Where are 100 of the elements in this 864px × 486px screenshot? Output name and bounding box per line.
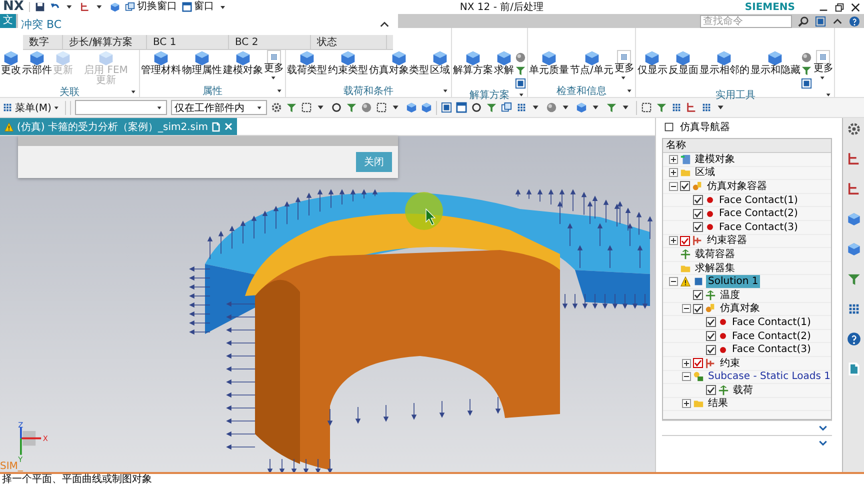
checkbox[interactable] bbox=[693, 222, 703, 232]
sphere-icon[interactable] bbox=[546, 102, 558, 113]
expand-icon[interactable] bbox=[682, 358, 691, 368]
tree-item[interactable]: Solution 1 bbox=[706, 275, 760, 288]
filter-icon[interactable] bbox=[286, 102, 298, 113]
ribbon-button[interactable]: 显示和隐藏 bbox=[750, 50, 800, 76]
search-icon[interactable] bbox=[798, 16, 809, 26]
selection-box-icon[interactable] bbox=[641, 102, 652, 113]
tree-item[interactable]: 仿真对象 bbox=[718, 302, 762, 316]
menu-button[interactable]: 菜单(M) bbox=[2, 100, 62, 114]
caret-icon[interactable] bbox=[442, 87, 450, 95]
ribbon-button[interactable]: 更改 bbox=[1, 50, 21, 76]
cube-icon[interactable] bbox=[576, 102, 588, 113]
filter-icon[interactable] bbox=[656, 102, 668, 113]
sphere-icon[interactable] bbox=[361, 102, 372, 113]
checkbox[interactable] bbox=[693, 290, 703, 300]
expand-icon[interactable] bbox=[669, 236, 678, 246]
page-icon[interactable] bbox=[846, 362, 860, 376]
grid-icon[interactable] bbox=[516, 102, 528, 113]
sphere-icon[interactable] bbox=[515, 52, 526, 63]
cube-icon[interactable] bbox=[406, 102, 418, 113]
grid-icon[interactable] bbox=[701, 102, 712, 113]
cube-icon[interactable] bbox=[110, 2, 120, 12]
checkbox[interactable] bbox=[680, 181, 690, 192]
grid-icon[interactable] bbox=[671, 102, 682, 113]
filter-icon[interactable] bbox=[801, 65, 812, 76]
tree-item[interactable]: 约束容器 bbox=[705, 234, 749, 248]
checkbox[interactable] bbox=[680, 236, 690, 246]
windows-icon[interactable] bbox=[501, 102, 512, 113]
tree-item[interactable]: 约束 bbox=[718, 356, 742, 370]
switch-window-button[interactable]: 切换窗口 bbox=[124, 1, 177, 13]
tree-item[interactable]: 建模对象 bbox=[693, 153, 737, 166]
checkbox[interactable] bbox=[693, 358, 703, 368]
sphere-icon[interactable] bbox=[801, 52, 812, 63]
ribbon-button[interactable]: 解算方案 bbox=[453, 50, 493, 76]
filter-icon[interactable] bbox=[846, 272, 860, 286]
collapse-icon[interactable] bbox=[682, 304, 691, 314]
checkbox[interactable] bbox=[706, 385, 716, 396]
filter-icon[interactable] bbox=[346, 102, 358, 113]
checkbox[interactable] bbox=[693, 304, 703, 314]
help-icon[interactable] bbox=[846, 332, 860, 346]
scope-dropdown[interactable]: 仅在工作部件内 bbox=[171, 100, 268, 115]
tree-item[interactable]: Subcase - Static Loads 1 bbox=[706, 370, 831, 384]
close-icon[interactable] bbox=[850, 2, 861, 12]
selection-box-icon[interactable] bbox=[301, 102, 312, 113]
rotate-icon[interactable] bbox=[471, 102, 482, 113]
checkbox[interactable] bbox=[693, 208, 703, 219]
tree-item[interactable]: 仿真对象容器 bbox=[705, 180, 769, 193]
window-icon[interactable] bbox=[456, 102, 468, 113]
ribbon-button[interactable]: 仿真对象类型 bbox=[369, 50, 429, 76]
ribbon-button[interactable]: 反显面 bbox=[668, 50, 698, 76]
tree-item[interactable]: 区域 bbox=[693, 166, 717, 180]
expand-icon[interactable] bbox=[669, 168, 678, 178]
filter-icon[interactable] bbox=[515, 65, 526, 76]
fit-icon[interactable] bbox=[801, 78, 812, 89]
checkbox[interactable] bbox=[693, 195, 703, 206]
collapse-icon[interactable] bbox=[669, 182, 678, 191]
collapse-icon[interactable] bbox=[682, 372, 691, 382]
ribbon-button[interactable]: 节点/单元 bbox=[570, 50, 614, 76]
help-icon[interactable] bbox=[849, 16, 860, 26]
ribbon-button[interactable]: 显示相邻的 bbox=[699, 50, 750, 76]
tree-item[interactable]: 求解器集 bbox=[693, 262, 737, 275]
ribbon-button[interactable]: 仅显示 bbox=[637, 50, 668, 76]
tree-item[interactable]: 载荷 bbox=[731, 384, 755, 397]
tree-item[interactable]: 温度 bbox=[718, 288, 742, 302]
ribbon-button[interactable]: 单元质量 bbox=[529, 50, 569, 76]
caret-icon[interactable] bbox=[130, 88, 138, 96]
expand-icon[interactable] bbox=[669, 154, 678, 164]
gear-icon[interactable] bbox=[271, 102, 282, 113]
tree-item[interactable]: Face Contact(3) bbox=[717, 220, 800, 234]
ribbon-button[interactable]: 载荷类型 bbox=[287, 50, 327, 76]
save-icon[interactable] bbox=[34, 2, 45, 12]
filter-icon[interactable] bbox=[486, 102, 498, 113]
collapse-icon[interactable] bbox=[669, 277, 678, 286]
rotate-icon[interactable] bbox=[331, 102, 342, 113]
more-button[interactable]: 更多 bbox=[614, 50, 634, 82]
expand-icon[interactable] bbox=[682, 399, 691, 408]
fit-icon[interactable] bbox=[815, 16, 826, 26]
tree-item[interactable]: 载荷容器 bbox=[693, 248, 737, 261]
selection-box-icon[interactable] bbox=[376, 102, 388, 113]
tree-item[interactable]: Face Contact(2) bbox=[730, 330, 813, 343]
tree-item[interactable]: Face Contact(2) bbox=[717, 207, 800, 220]
cube-icon[interactable] bbox=[846, 242, 860, 256]
document-tab[interactable]: (仿真) 卡箍的受力分析（案例）_sim2.sim bbox=[0, 118, 237, 135]
fit-icon[interactable] bbox=[441, 102, 452, 113]
tree-item[interactable]: Face Contact(1) bbox=[730, 316, 813, 329]
checkbox[interactable] bbox=[706, 344, 716, 355]
ribbon-button[interactable]: 建模对象 bbox=[223, 50, 263, 76]
square-icon[interactable] bbox=[664, 122, 674, 132]
restore-icon[interactable] bbox=[834, 2, 845, 12]
ribbon-button[interactable]: 求解 bbox=[494, 50, 514, 76]
tree-item[interactable]: 结果 bbox=[706, 397, 730, 410]
cube-icon[interactable] bbox=[846, 212, 860, 226]
cube-icon[interactable] bbox=[421, 102, 432, 113]
file-tab[interactable]: 文 bbox=[0, 14, 16, 28]
tree-item[interactable]: Face Contact(3) bbox=[730, 343, 813, 356]
page-icon[interactable] bbox=[210, 122, 221, 132]
tree-item[interactable]: Face Contact(1) bbox=[717, 194, 800, 207]
more-button[interactable]: 更多 bbox=[813, 50, 834, 82]
ribbon-button[interactable]: 物理属性 bbox=[182, 50, 222, 76]
